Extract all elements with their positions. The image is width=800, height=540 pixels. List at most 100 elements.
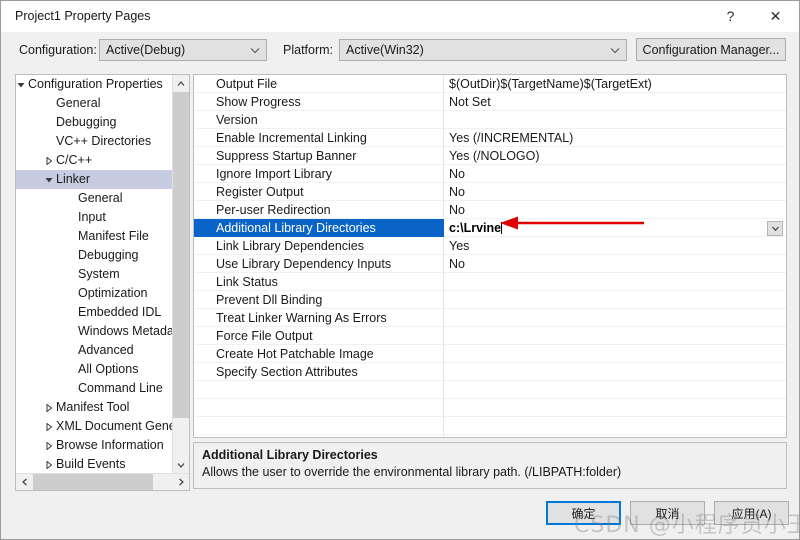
- tree-item[interactable]: XML Document Generator: [16, 417, 172, 436]
- tree-item-label: Advanced: [78, 343, 134, 357]
- ok-button[interactable]: 确定: [546, 501, 621, 525]
- dialog-button-bar: 确定 取消 应用(A): [1, 493, 799, 539]
- tree-item[interactable]: Debugging: [16, 113, 172, 132]
- configuration-tree[interactable]: Configuration Properties General Debugging…: [16, 75, 172, 473]
- tree-item[interactable]: General: [16, 189, 172, 208]
- tree-item[interactable]: Input: [16, 208, 172, 227]
- tree-item[interactable]: Optimization: [16, 284, 172, 303]
- property-name: Output File: [216, 77, 278, 91]
- scroll-up-button[interactable]: [173, 75, 189, 92]
- triangle-right-icon[interactable]: [42, 436, 56, 455]
- triangle-right-icon[interactable]: [42, 455, 56, 473]
- tree-item[interactable]: Windows Metadata: [16, 322, 172, 341]
- property-value-editor[interactable]: c:\Lrvine: [444, 219, 786, 237]
- tree-item-label: General: [56, 96, 101, 110]
- property-row[interactable]: Suppress Startup Banner Yes (/NOLOGO): [194, 147, 786, 165]
- chevron-down-icon: [609, 44, 621, 56]
- tree-item[interactable]: Manifest Tool: [16, 398, 172, 417]
- property-row[interactable]: Specify Section Attributes: [194, 363, 786, 381]
- property-name: Enable Incremental Linking: [216, 131, 367, 145]
- tree-item[interactable]: Linker: [16, 170, 172, 189]
- tree-item[interactable]: C/C++: [16, 151, 172, 170]
- property-row[interactable]: Treat Linker Warning As Errors: [194, 309, 786, 327]
- property-row[interactable]: Show Progress Not Set: [194, 93, 786, 111]
- property-row[interactable]: Register Output No: [194, 183, 786, 201]
- text-caret: [501, 222, 503, 234]
- property-grid[interactable]: Output File $(OutDir)$(TargetName)$(Targe…: [194, 75, 786, 437]
- scroll-right-button[interactable]: [172, 474, 189, 490]
- tree-item[interactable]: Embedded IDL: [16, 303, 172, 322]
- value-dropdown-button[interactable]: [767, 221, 783, 236]
- configuration-manager-button[interactable]: Configuration Manager...: [636, 38, 786, 61]
- property-name: Specify Section Attributes: [216, 365, 358, 379]
- apply-button[interactable]: 应用(A): [714, 501, 789, 525]
- configuration-select[interactable]: Active(Debug): [99, 39, 267, 61]
- property-name: Register Output: [216, 185, 304, 199]
- tree-item[interactable]: Configuration Properties: [16, 75, 172, 94]
- tree-item-label: Optimization: [78, 286, 148, 300]
- scroll-down-button[interactable]: [173, 456, 189, 473]
- property-row[interactable]: Use Library Dependency Inputs No: [194, 255, 786, 273]
- tree-item[interactable]: Browse Information: [16, 436, 172, 455]
- property-name: Link Status: [216, 275, 278, 289]
- help-button[interactable]: ?: [708, 1, 753, 31]
- property-name: [194, 381, 443, 399]
- triangle-down-icon[interactable]: [16, 75, 28, 94]
- tree-item[interactable]: VC++ Directories: [16, 132, 172, 151]
- tree-horizontal-scroll-thumb[interactable]: [33, 474, 153, 490]
- property-grid-panel: Output File $(OutDir)$(TargetName)$(Targe…: [193, 74, 787, 438]
- property-name: Show Progress: [216, 95, 301, 109]
- property-row[interactable]: Output File $(OutDir)$(TargetName)$(Targe…: [194, 75, 786, 93]
- property-row[interactable]: Link Status: [194, 273, 786, 291]
- property-name: Version: [216, 113, 258, 127]
- property-row[interactable]: Link Library Dependencies Yes: [194, 237, 786, 255]
- description-title: Additional Library Directories: [202, 448, 378, 462]
- configuration-select-value: Active(Debug): [106, 43, 186, 57]
- configuration-bar: Configuration: Active(Debug) Platform: A…: [1, 32, 799, 68]
- property-row[interactable]: Enable Incremental Linking Yes (/INCREMEN…: [194, 129, 786, 147]
- close-button[interactable]: ✕: [753, 1, 798, 31]
- tree-item[interactable]: General: [16, 94, 172, 113]
- platform-select[interactable]: Active(Win32): [339, 39, 627, 61]
- property-row[interactable]: Version: [194, 111, 786, 129]
- property-row[interactable]: Force File Output: [194, 327, 786, 345]
- property-row-selected[interactable]: Additional Library Directories c:\Lrvine: [194, 219, 786, 237]
- triangle-down-icon[interactable]: [42, 170, 56, 189]
- tree-item[interactable]: All Options: [16, 360, 172, 379]
- tree-vertical-scroll-thumb[interactable]: [173, 92, 189, 418]
- close-icon: ✕: [769, 7, 782, 24]
- property-row-empty: [194, 399, 786, 417]
- cancel-button[interactable]: 取消: [630, 501, 705, 525]
- tree-item[interactable]: Build Events: [16, 455, 172, 473]
- property-value: [444, 309, 786, 327]
- triangle-right-icon[interactable]: [42, 151, 56, 170]
- tree-item[interactable]: Manifest File: [16, 227, 172, 246]
- tree-item-label: Configuration Properties: [28, 77, 163, 91]
- tree-vertical-scrollbar[interactable]: [172, 75, 189, 473]
- property-value: [444, 345, 786, 363]
- tree-item[interactable]: System: [16, 265, 172, 284]
- property-name: Additional Library Directories: [194, 219, 443, 237]
- property-value: [444, 111, 786, 129]
- tree-item-label: Browse Information: [56, 438, 164, 452]
- property-row[interactable]: Create Hot Patchable Image: [194, 345, 786, 363]
- property-row[interactable]: Ignore Import Library No: [194, 165, 786, 183]
- tree-item[interactable]: Advanced: [16, 341, 172, 360]
- property-row[interactable]: Per-user Redirection No: [194, 201, 786, 219]
- property-name: [194, 399, 443, 417]
- title-bar: Project1 Property Pages ? ✕: [1, 1, 799, 33]
- triangle-right-icon[interactable]: [42, 398, 56, 417]
- scroll-left-button[interactable]: [16, 474, 33, 490]
- property-value: [444, 435, 786, 437]
- tree-item-label: All Options: [78, 362, 139, 376]
- property-value: [444, 363, 786, 381]
- property-name: Treat Linker Warning As Errors: [216, 311, 387, 325]
- property-value: [444, 291, 786, 309]
- tree-item[interactable]: Command Line: [16, 379, 172, 398]
- tree-horizontal-scrollbar[interactable]: [16, 473, 189, 490]
- tree-item[interactable]: Debugging: [16, 246, 172, 265]
- property-value: $(OutDir)$(TargetName)$(TargetExt): [449, 77, 652, 91]
- property-row[interactable]: Prevent Dll Binding: [194, 291, 786, 309]
- question-mark-icon: ?: [726, 8, 735, 24]
- triangle-right-icon[interactable]: [42, 417, 56, 436]
